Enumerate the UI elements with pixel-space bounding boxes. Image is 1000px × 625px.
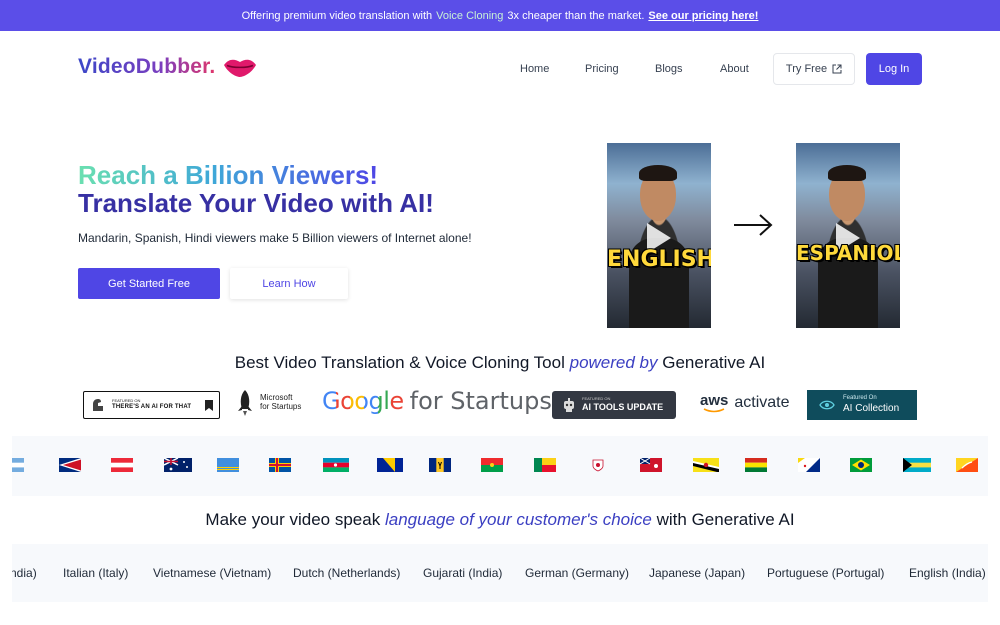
arrow-right-icon — [734, 214, 773, 236]
hero-subheadline: Translate Your Video with AI! — [78, 188, 434, 218]
video-hair — [639, 165, 677, 181]
login-button[interactable]: Log In — [866, 53, 922, 85]
aruba-flag-icon — [217, 458, 239, 472]
promo-banner: Offering premium video translation with … — [0, 0, 1000, 31]
source-caption: ENGLISH — [607, 247, 711, 272]
language-item: Vietnamese (Vietnam) — [153, 566, 272, 580]
aws-smile-icon — [703, 407, 725, 412]
banner-pricing-link[interactable]: See our pricing here! — [648, 10, 758, 22]
bolivia-flag-icon — [745, 458, 767, 472]
language-item: Gujarati (India) — [423, 566, 503, 580]
aws-brand: aws — [700, 392, 729, 409]
barbados-flag-icon — [429, 458, 451, 472]
tagline-text: Best Video Translation & Voice Cloning T… — [234, 353, 565, 372]
tagline-text-after: Generative AI — [662, 353, 766, 372]
logo-text: VideoDubber. — [78, 55, 216, 78]
benin-flag-icon — [534, 458, 556, 472]
language-tagline: Make your video speak language of your c… — [0, 510, 1000, 530]
language-item: English (India) — [909, 566, 986, 580]
tagline2-text-after: with Generative AI — [656, 510, 795, 529]
badge-big-label: AI TOOLS UPDATE — [582, 402, 664, 412]
startups-label: for Startups — [260, 402, 302, 411]
bhutan-flag-icon — [956, 458, 978, 472]
logo[interactable]: VideoDubber. — [78, 55, 257, 79]
nav-blogs[interactable]: Blogs — [655, 63, 683, 75]
arm-icon — [93, 399, 103, 411]
language-item: ndia) — [12, 566, 37, 580]
ai-tools-update-badge[interactable]: FEATURED ON AI TOOLS UPDATE — [552, 391, 676, 419]
tagline-emphasis: powered by — [569, 353, 658, 372]
bosnia-flag-icon — [377, 458, 403, 472]
aws-activate-logo[interactable]: aws activate — [700, 392, 790, 413]
american-samoa-flag-icon — [59, 458, 81, 472]
hero-description: Mandarin, Spanish, Hindi viewers make 5 … — [78, 231, 472, 245]
aws-wordmark: aws — [700, 392, 729, 413]
australia-flag-icon — [164, 458, 192, 472]
aland-flag-icon — [269, 458, 291, 472]
badge-big-label: AI Collection — [843, 402, 900, 414]
translated-video-thumbnail[interactable]: ESPANIOL — [796, 143, 900, 328]
banner-highlight: Voice Cloning — [436, 9, 504, 22]
google-wordmark: Google — [322, 387, 404, 415]
powered-by-tagline: Best Video Translation & Voice Cloning T… — [0, 353, 1000, 373]
language-item: Italian (Italy) — [63, 566, 129, 580]
austria-flag-icon — [111, 458, 133, 472]
azerbaijan-flag-icon — [323, 458, 349, 472]
google-suffix: for Startups — [409, 387, 552, 415]
bahamas-flag-icon — [903, 458, 931, 472]
external-link-icon — [832, 64, 842, 74]
try-free-label: Try Free — [785, 63, 828, 75]
nav-home[interactable]: Home — [520, 63, 549, 75]
language-item: Dutch (Netherlands) — [293, 566, 401, 580]
badge-big-label: THERE'S AN AI FOR THAT — [112, 403, 192, 410]
argentina-flag-icon — [12, 458, 24, 472]
try-free-button[interactable]: Try Free — [773, 53, 855, 85]
bermuda-flag-icon — [640, 458, 662, 472]
badge-small-label: Featured On — [843, 395, 877, 402]
rocket-icon — [238, 390, 252, 416]
brazil-flag-icon — [850, 458, 872, 472]
google-brand: Google — [322, 387, 404, 415]
get-started-button[interactable]: Get Started Free — [78, 268, 220, 299]
target-caption: ESPANIOL — [796, 241, 900, 265]
eye-icon — [819, 400, 835, 410]
robot-icon — [564, 398, 574, 412]
learn-how-button[interactable]: Learn How — [230, 268, 348, 299]
bookmark-icon — [205, 399, 213, 411]
ai-collection-badge[interactable]: Featured On AI Collection — [807, 390, 917, 420]
brunei-flag-icon — [693, 458, 719, 472]
google-for-startups-logo[interactable]: Google for Startups — [322, 387, 552, 415]
hero-headline: Reach a Billion Viewers! — [78, 160, 379, 190]
bermuda-crest-icon — [592, 459, 604, 472]
tagline2-text: Make your video speak — [205, 510, 381, 529]
lips-icon — [224, 59, 257, 77]
microsoft-for-startups-badge[interactable]: Microsoft for Startups — [236, 389, 301, 417]
aws-suffix: activate — [734, 394, 790, 412]
language-item: German (Germany) — [525, 566, 630, 580]
nav-about[interactable]: About — [720, 63, 749, 75]
burkina-faso-flag-icon — [481, 458, 503, 472]
nav-pricing[interactable]: Pricing — [585, 63, 619, 75]
theres-an-ai-for-that-badge[interactable]: FEATURED ON THERE'S AN AI FOR THAT — [83, 391, 220, 419]
flag-carousel — [12, 436, 988, 496]
bonaire-flag-icon — [798, 458, 820, 472]
banner-text-after: 3x cheaper than the market. — [507, 9, 645, 22]
source-video-thumbnail[interactable]: ENGLISH — [607, 143, 711, 328]
language-item: Japanese (Japan) — [649, 566, 746, 580]
banner-text: Offering premium video translation with — [241, 9, 433, 22]
language-item: Portuguese (Portugal) — [767, 566, 885, 580]
tagline2-emphasis: language of your customer's choice — [384, 510, 652, 529]
video-hair — [828, 165, 866, 181]
language-carousel: ndia) Italian (Italy) Vietnamese (Vietna… — [12, 544, 988, 602]
